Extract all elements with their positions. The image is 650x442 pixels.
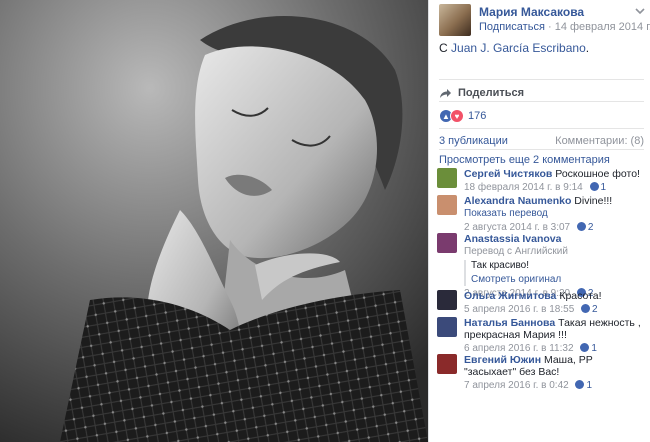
comment-text: Роскошное фото! xyxy=(555,168,640,180)
like-icon xyxy=(589,182,599,191)
comment-text: Так красиво! xyxy=(471,260,529,271)
portrait-photo xyxy=(0,0,428,442)
commenter-name[interactable]: Alexandra Naumenko xyxy=(464,195,571,207)
meta-separator: · xyxy=(547,21,555,33)
share-label: Поделиться xyxy=(458,87,525,99)
comment-like-count[interactable]: 1 xyxy=(586,380,592,391)
commenter-avatar[interactable] xyxy=(437,168,457,188)
comment-meta: 5 апреля 2016 г. в 18:55 2 xyxy=(464,304,647,316)
share-button[interactable]: Поделиться xyxy=(439,87,524,99)
see-original-link[interactable]: Смотреть оригинал xyxy=(471,274,647,286)
comments-count[interactable]: Комментарии: (8) xyxy=(555,135,644,147)
translated-from-label: Перевод с Английский xyxy=(464,246,568,257)
like-icon xyxy=(576,222,586,231)
love-icon: ♥ xyxy=(450,109,464,123)
comment-text: Красота! xyxy=(559,290,602,302)
commenter-avatar[interactable] xyxy=(437,317,457,337)
caption-suffix: . xyxy=(585,41,590,55)
commenter-name[interactable]: Anastassia Ivanova xyxy=(464,233,561,245)
photographer-link[interactable]: Juan J. García Escribano xyxy=(451,41,586,55)
author-avatar[interactable] xyxy=(439,4,471,36)
post-meta: Подписаться · 14 февраля 2014 г. xyxy=(479,21,650,33)
post-side-panel: Мария Максакова Подписаться · 14 февраля… xyxy=(428,0,650,442)
divider xyxy=(439,128,644,129)
commenter-avatar[interactable] xyxy=(437,354,457,374)
comment-like-count[interactable]: 1 xyxy=(591,343,597,354)
commenter-avatar[interactable] xyxy=(437,290,457,310)
comment-time[interactable]: 5 апреля 2016 г. в 18:55 xyxy=(464,304,574,315)
like-icon xyxy=(575,380,585,389)
comment-time[interactable]: 7 апреля 2016 г. в 0:42 xyxy=(464,380,569,391)
comment-like-count[interactable]: 2 xyxy=(592,304,598,315)
commenter-name[interactable]: Сергей Чистяков xyxy=(464,168,552,180)
photo-viewer[interactable] xyxy=(0,0,428,442)
like-icon xyxy=(580,343,590,352)
commenter-avatar[interactable] xyxy=(437,195,457,215)
commenter-avatar[interactable] xyxy=(437,233,457,253)
reactions-summary[interactable]: ▲ ♥ 176 xyxy=(439,109,486,123)
shares-link[interactable]: 3 публикации xyxy=(439,135,508,147)
divider xyxy=(439,149,644,150)
comment-time[interactable]: 6 апреля 2016 г. в 11:32 xyxy=(464,343,574,354)
show-translation-link[interactable]: Показать перевод xyxy=(464,208,647,220)
view-more-comments-link[interactable]: Просмотреть еще 2 комментария xyxy=(439,154,610,166)
translated-quote: Так красиво! Смотреть оригинал xyxy=(464,260,647,286)
subscribe-link[interactable]: Подписаться xyxy=(479,21,545,33)
post-header: Мария Максакова Подписаться · 14 февраля… xyxy=(439,4,650,36)
chevron-down-icon[interactable] xyxy=(635,6,645,16)
author-name[interactable]: Мария Максакова xyxy=(479,5,584,19)
comment-time[interactable]: 18 февраля 2014 г. в 9:14 xyxy=(464,182,583,193)
caption-prefix: С xyxy=(439,41,448,55)
comment-text: Divine!!! xyxy=(574,195,613,207)
commenter-name[interactable]: Ольга Жигмитова xyxy=(464,290,556,302)
divider xyxy=(439,79,644,80)
like-icon xyxy=(581,304,591,313)
comment-like-count[interactable]: 2 xyxy=(588,222,594,233)
post-caption: С Juan J. García Escribano. xyxy=(439,41,589,55)
post-stats: 3 публикации Комментарии: (8) xyxy=(439,135,644,147)
share-icon xyxy=(440,88,451,98)
commenter-name[interactable]: Наталья Баннова xyxy=(464,317,555,329)
divider xyxy=(439,101,644,102)
comment-like-count[interactable]: 1 xyxy=(601,182,607,193)
commenter-name[interactable]: Евгений Южин xyxy=(464,354,541,366)
reaction-count[interactable]: 176 xyxy=(468,110,486,122)
comment-meta: 18 февраля 2014 г. в 9:14 1 xyxy=(464,182,647,194)
comment-time[interactable]: 2 августа 2014 г. в 3:07 xyxy=(464,222,570,233)
post-date[interactable]: 14 февраля 2014 г. xyxy=(555,21,650,33)
comment-meta: 7 апреля 2016 г. в 0:42 1 xyxy=(464,380,647,392)
